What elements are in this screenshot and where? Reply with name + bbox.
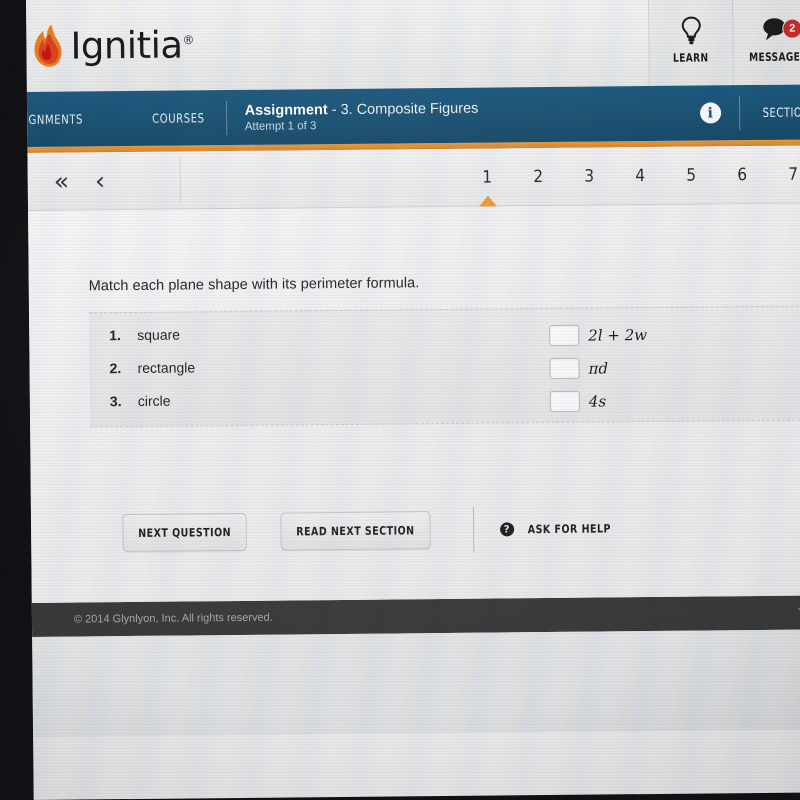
nav-divider-right xyxy=(738,95,740,130)
question-prompt: Match each plane shape with its perimete… xyxy=(88,275,420,295)
nav-item-courses[interactable]: COURSES xyxy=(152,110,205,126)
answer-row: πd xyxy=(549,349,800,385)
main-nav-bar: ASSIGNMENTS COURSES Assignment - 3. Comp… xyxy=(26,84,800,147)
formula-label-2: πd xyxy=(588,358,609,378)
item-label: square xyxy=(137,326,181,343)
section-indicator: SECTION 1 of 4 xyxy=(762,104,800,120)
registered-mark: ® xyxy=(182,32,195,47)
answer-row: 4s xyxy=(549,382,800,418)
page-number-6[interactable]: 6 xyxy=(728,146,756,203)
first-page-icon[interactable]: « xyxy=(54,167,70,196)
question-content: Match each plane shape with its perimete… xyxy=(28,203,800,603)
photo-frame: Ignitia® LEARN 2 MESSAGE ASSIGNMENTS COU… xyxy=(0,0,800,800)
footer-spacer xyxy=(273,613,798,618)
page-number-5[interactable]: 5 xyxy=(677,146,705,203)
copyright-text: © 2014 Glynlyon, Inc. All rights reserve… xyxy=(73,611,273,626)
brand-name: Ignitia® xyxy=(70,23,195,68)
learn-label: LEARN xyxy=(673,49,709,65)
page-number-4[interactable]: 4 xyxy=(626,147,654,204)
flame-icon xyxy=(34,24,62,67)
screen-surface: Ignitia® LEARN 2 MESSAGE ASSIGNMENTS COU… xyxy=(26,0,800,800)
assignment-heading: Assignment xyxy=(244,101,328,119)
learn-tile[interactable]: LEARN xyxy=(647,0,733,87)
answer-row: 2l + 2w xyxy=(549,316,800,352)
formula-label-1: 2l + 2w xyxy=(588,325,648,345)
brand-name-text: Ignitia xyxy=(70,23,183,68)
next-question-button[interactable]: NEXT QUESTION xyxy=(122,512,247,553)
item-number: 3. xyxy=(109,393,122,410)
info-icon[interactable]: i xyxy=(699,102,721,124)
item-label: circle xyxy=(137,392,171,409)
attempt-counter: Attempt 1 of 3 xyxy=(244,119,317,133)
desktop-background xyxy=(32,629,800,737)
answer-input-2[interactable] xyxy=(549,357,580,379)
read-next-section-button[interactable]: READ NEXT SECTION xyxy=(280,511,431,551)
list-item: 1. square xyxy=(109,323,549,360)
list-item: 3. circle xyxy=(110,389,550,426)
message-badge: 2 xyxy=(782,18,800,39)
brand-logo[interactable]: Ignitia® xyxy=(26,0,649,92)
nav-divider-left xyxy=(225,100,227,135)
list-item: 2. rectangle xyxy=(109,356,549,393)
item-number: 2. xyxy=(109,360,122,377)
nav-item-assignments[interactable]: ASSIGNMENTS xyxy=(26,111,83,127)
assignment-subtitle: - 3. Composite Figures xyxy=(331,100,479,118)
page-number-list: 1 2 3 4 5 6 7 xyxy=(180,145,800,208)
lightbulb-icon xyxy=(680,15,702,45)
nav-spacer xyxy=(478,113,699,115)
brand-bar: Ignitia® LEARN 2 MESSAGE xyxy=(26,0,800,92)
matching-panel: 1. square 2. rectangle 3. circle 2l + 2w… xyxy=(89,305,800,428)
message-label: MESSAGE xyxy=(749,49,800,64)
page-number-2[interactable]: 2 xyxy=(524,148,552,205)
ask-for-help-label: ASK FOR HELP xyxy=(527,521,611,537)
item-number: 1. xyxy=(109,327,121,344)
section-number: SECTION 1 xyxy=(762,104,800,120)
page-number-1[interactable]: 1 xyxy=(473,148,501,205)
assignment-info: Assignment - 3. Composite Figures Attemp… xyxy=(245,100,479,132)
item-label: rectangle xyxy=(137,359,196,376)
question-pager: « ‹ 1 2 3 4 5 6 7 xyxy=(27,145,800,211)
answer-input-3[interactable] xyxy=(549,390,580,412)
pager-arrows: « ‹ xyxy=(28,166,180,196)
action-divider xyxy=(472,506,474,553)
prev-page-icon[interactable]: ‹ xyxy=(95,166,105,195)
shape-list: 1. square 2. rectangle 3. circle xyxy=(89,309,550,426)
page-number-7[interactable]: 7 xyxy=(779,146,800,203)
message-tile[interactable]: 2 MESSAGE xyxy=(731,0,800,86)
formula-list: 2l + 2w πd 4s xyxy=(549,306,800,422)
page-number-3[interactable]: 3 xyxy=(575,147,603,204)
ask-for-help-button[interactable]: ? ASK FOR HELP xyxy=(499,521,615,537)
help-question-icon: ? xyxy=(499,522,514,537)
action-bar: NEXT QUESTION READ NEXT SECTION ? ASK FO… xyxy=(31,503,800,557)
formula-label-3: 4s xyxy=(588,391,607,411)
assignment-title: Assignment - 3. Composite Figures xyxy=(245,100,479,118)
answer-input-1[interactable] xyxy=(549,324,580,346)
